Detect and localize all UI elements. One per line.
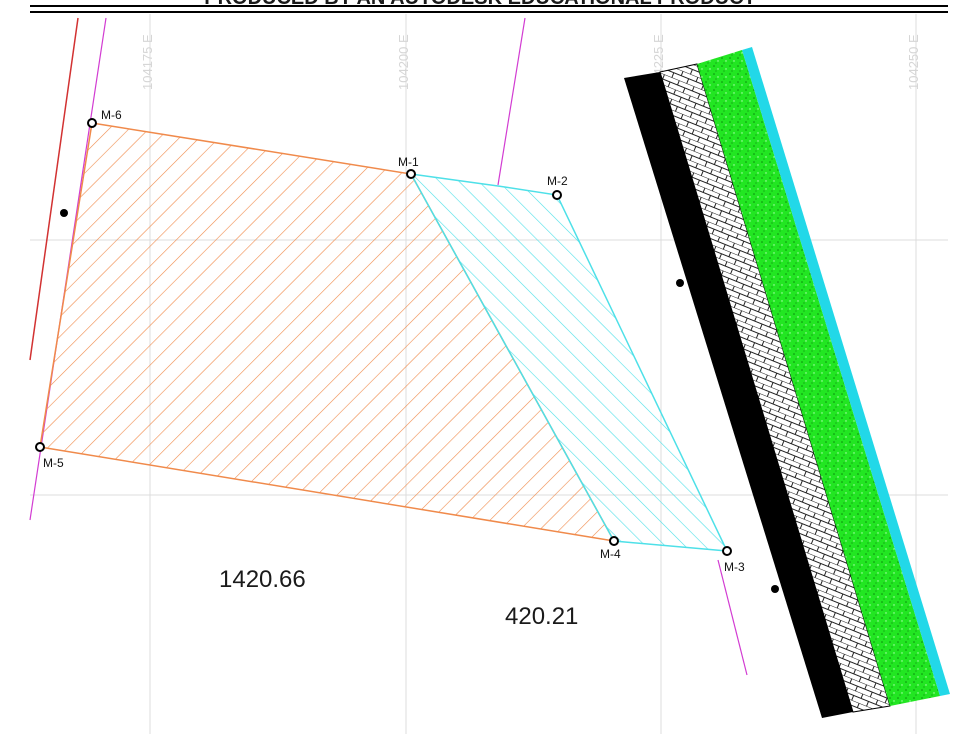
grid-label-104175: 104175 E bbox=[140, 34, 155, 90]
magenta-boundary-line-bottom bbox=[717, 559, 748, 676]
point-label: M-5 bbox=[43, 456, 64, 470]
point-circle-icon[interactable] bbox=[406, 169, 416, 179]
road-strip bbox=[624, 47, 950, 718]
point-circle-icon[interactable] bbox=[722, 546, 732, 556]
marker-dot bbox=[771, 585, 779, 593]
point-circle-icon[interactable] bbox=[609, 536, 619, 546]
drawing-canvas: PRODUCED BY AN AUTODESK EDUCATIONAL PROD… bbox=[29, 0, 950, 734]
grid-label-104200: 104200 E bbox=[396, 34, 411, 90]
point-label: M-1 bbox=[398, 155, 419, 169]
watermark-text: PRODUCED BY AN AUTODESK EDUCATIONAL PROD… bbox=[204, 0, 756, 9]
point-label: M-6 bbox=[101, 108, 122, 122]
survey-point-m4[interactable]: M-4 bbox=[600, 536, 621, 561]
point-circle-icon[interactable] bbox=[87, 118, 97, 128]
magenta-boundary-line-top bbox=[497, 17, 526, 186]
area-label-cyan: 420.21 bbox=[505, 603, 578, 630]
marker-dot bbox=[676, 279, 684, 287]
survey-point-m3[interactable]: M-3 bbox=[722, 546, 745, 574]
marker-dot bbox=[60, 209, 68, 217]
point-label: M-3 bbox=[724, 560, 745, 574]
survey-point-m6[interactable]: M-6 bbox=[87, 108, 122, 128]
grid-label-104250: 104250 E bbox=[906, 34, 921, 90]
point-label: M-2 bbox=[547, 174, 568, 188]
point-label: M-4 bbox=[600, 547, 621, 561]
point-circle-icon[interactable] bbox=[552, 190, 562, 200]
point-circle-icon[interactable] bbox=[35, 442, 45, 452]
area-label-orange: 1420.66 bbox=[219, 566, 306, 593]
